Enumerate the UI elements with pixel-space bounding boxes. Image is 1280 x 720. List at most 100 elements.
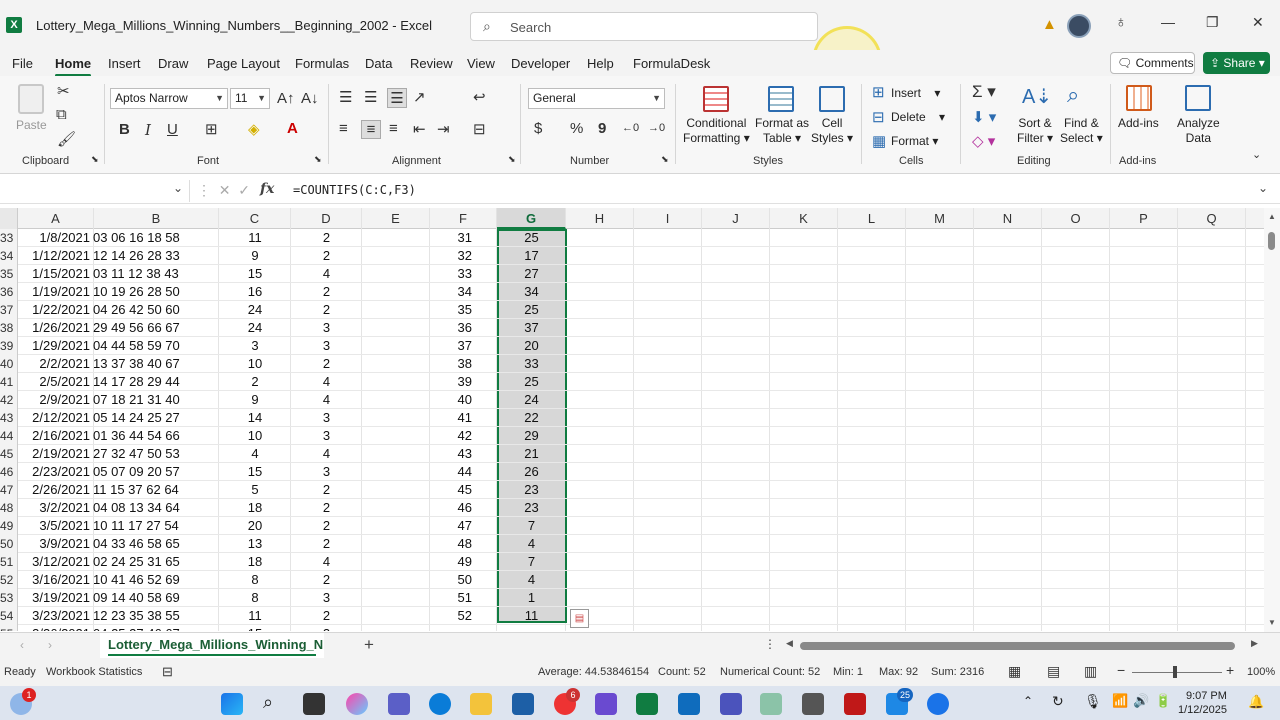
zoom-in-icon[interactable]: +	[1226, 662, 1234, 678]
column-header-a[interactable]: A	[18, 208, 94, 229]
find-select-button[interactable]: Find & Select ▾	[1060, 116, 1103, 146]
format-cells-icon[interactable]: ▦	[872, 132, 886, 150]
cell-f[interactable]: 36	[430, 319, 472, 337]
delete-cells-button[interactable]: Delete ▾	[891, 110, 945, 124]
cell-c[interactable]: 8	[219, 589, 291, 607]
merge-center-icon[interactable]: ⊟	[473, 120, 486, 138]
cell-a[interactable]: 2/26/2021	[18, 481, 90, 499]
next-sheet-icon[interactable]: ›	[48, 638, 52, 652]
cell-f[interactable]: 34	[430, 283, 472, 301]
sort-filter-button[interactable]: Sort & Filter ▾	[1017, 116, 1053, 146]
cell-c[interactable]: 4	[219, 445, 291, 463]
cell-c[interactable]: 16	[219, 283, 291, 301]
row-header[interactable]: 44	[0, 427, 18, 445]
cell-f[interactable]: 40	[430, 391, 472, 409]
cell-d[interactable]: 2	[291, 229, 362, 247]
cell-f[interactable]: 47	[430, 517, 472, 535]
vertical-scrollbar[interactable]: ▲ ▼	[1264, 208, 1280, 632]
format-painter-icon[interactable]: 🖌	[57, 130, 76, 148]
conditional-formatting-label[interactable]: Conditional Formatting ▾	[683, 116, 750, 146]
column-header-m[interactable]: M	[906, 208, 974, 229]
more-options-icon[interactable]: ⋮	[764, 637, 776, 651]
avatar[interactable]	[1067, 14, 1091, 38]
cell-f[interactable]: 39	[430, 373, 472, 391]
cell-g[interactable]: 7	[497, 517, 566, 535]
cell-d[interactable]: 4	[291, 265, 362, 283]
cell-b[interactable]: 03 11 12 38 43	[93, 265, 222, 283]
zoom-out-icon[interactable]: −	[1117, 662, 1125, 678]
cell-b[interactable]: 27 32 47 50 53	[93, 445, 222, 463]
wrap-text-icon[interactable]: ↩	[473, 88, 486, 106]
battery-icon[interactable]: 🔋	[1155, 693, 1171, 709]
cell-f[interactable]: 35	[430, 301, 472, 319]
notification-bell-icon[interactable]: 🔔	[1248, 694, 1264, 710]
row-header[interactable]: 42	[0, 391, 18, 409]
cell-c[interactable]: 2	[219, 373, 291, 391]
task-view-icon[interactable]	[303, 693, 325, 715]
cell-g[interactable]: 21	[497, 445, 566, 463]
cell-b[interactable]: 14 17 28 29 44	[93, 373, 222, 391]
cell-c[interactable]: 9	[219, 391, 291, 409]
cell-a[interactable]: 1/19/2021	[18, 283, 90, 301]
cell-g[interactable]: 25	[497, 229, 566, 247]
cell-g[interactable]: 25	[497, 373, 566, 391]
cell-c[interactable]: 14	[219, 409, 291, 427]
search-box[interactable]: ⌕ Search	[470, 12, 818, 41]
cell-f[interactable]: 51	[430, 589, 472, 607]
tab-formulas[interactable]: Formulas	[295, 56, 349, 71]
cell-b[interactable]: 10 11 17 27 54	[93, 517, 222, 535]
cell-b[interactable]: 04 44 58 59 70	[93, 337, 222, 355]
cell-a[interactable]: 2/23/2021	[18, 463, 90, 481]
cell-a[interactable]: 3/9/2021	[18, 535, 90, 553]
cell-f[interactable]: 31	[430, 229, 472, 247]
file-explorer-icon[interactable]	[470, 693, 492, 715]
column-header-k[interactable]: K	[770, 208, 838, 229]
cell-styles-label[interactable]: Cell Styles ▾	[811, 116, 853, 146]
cell-c[interactable]: 20	[219, 517, 291, 535]
cell-b[interactable]: 07 18 21 31 40	[93, 391, 222, 409]
scrollbar-thumb[interactable]	[1268, 232, 1275, 250]
search-taskbar-icon[interactable]: ⌕	[263, 692, 273, 713]
tab-home[interactable]: Home	[55, 56, 92, 77]
scroll-right-icon[interactable]: ▶	[1251, 638, 1258, 649]
cell-d[interactable]: 2	[291, 517, 362, 535]
sync-icon[interactable]: ↻	[1052, 693, 1064, 710]
horizontal-scrollbar[interactable]	[790, 642, 1260, 650]
column-header-e[interactable]: E	[362, 208, 430, 229]
collapse-ribbon-icon[interactable]: ⌄	[1252, 148, 1261, 161]
row-header[interactable]: 43	[0, 409, 18, 427]
cell-b[interactable]: 05 14 24 25 27	[93, 409, 222, 427]
cell-d[interactable]: 2	[291, 607, 362, 625]
scroll-down-icon[interactable]: ▼	[1268, 618, 1276, 627]
clear-icon[interactable]: ◇ ▾	[972, 132, 995, 150]
row-header[interactable]: 40	[0, 355, 18, 373]
align-top-icon[interactable]: ☰	[339, 88, 352, 106]
align-middle-icon[interactable]: ☰	[364, 88, 377, 106]
format-as-table-icon[interactable]	[768, 86, 794, 112]
format-cells-button[interactable]: Format ▾	[891, 134, 938, 148]
row-header[interactable]: 49	[0, 517, 18, 535]
cell-b[interactable]: 04 33 46 58 65	[93, 535, 222, 553]
row-header[interactable]: 48	[0, 499, 18, 517]
cell-d[interactable]: 3	[291, 319, 362, 337]
scrollbar-thumb[interactable]	[800, 642, 1235, 650]
number-format-select[interactable]: General ▼	[528, 88, 665, 109]
worksheet-grid[interactable]: 33 1/8/2021 03 06 16 18 58 11 2 31 25 34 1/12/20…	[0, 229, 1264, 631]
minimize-button[interactable]: —	[1161, 14, 1175, 30]
cell-b[interactable]: 03 06 16 18 58	[93, 229, 222, 247]
column-header-n[interactable]: N	[974, 208, 1042, 229]
cell-d[interactable]: 2	[291, 571, 362, 589]
lightbulb-icon[interactable]: ♁	[1115, 14, 1127, 32]
cell-a[interactable]: 1/15/2021	[18, 265, 90, 283]
format-as-table-label[interactable]: Format as Table ▾	[755, 116, 809, 146]
add-ins-icon[interactable]	[1126, 85, 1152, 111]
increase-indent-icon[interactable]: ⇥	[437, 120, 450, 138]
cell-g[interactable]: 37	[497, 319, 566, 337]
scroll-up-icon[interactable]: ▲	[1268, 212, 1276, 221]
cell-f[interactable]: 45	[430, 481, 472, 499]
page-layout-view-icon[interactable]: ▤	[1047, 663, 1060, 680]
cell-g[interactable]: 11	[497, 607, 566, 625]
insert-function-button[interactable]: fx	[260, 181, 274, 197]
cell-c[interactable]: 15	[219, 463, 291, 481]
tab-view[interactable]: View	[467, 56, 495, 71]
